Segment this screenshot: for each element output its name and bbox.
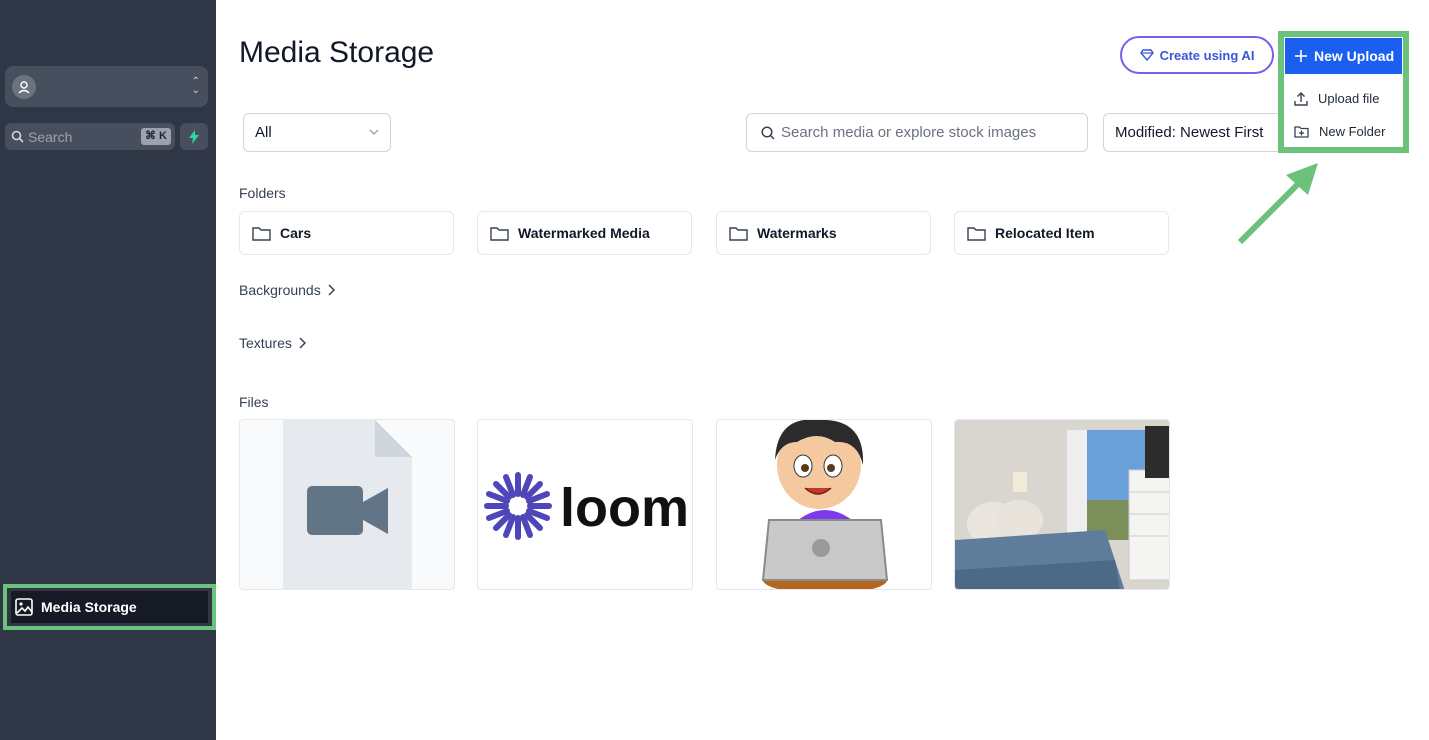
textures-label: Textures — [239, 335, 292, 351]
upload-icon — [1294, 91, 1308, 106]
sidebar-item-label: Media Storage — [41, 599, 137, 615]
filter-value: All — [255, 124, 272, 141]
folder-icon — [967, 226, 986, 241]
sort-value: Modified: Newest First — [1115, 124, 1264, 141]
search-placeholder: Search media or explore stock images — [781, 124, 1037, 141]
loom-logo-text: loom — [560, 478, 689, 538]
chevron-right-icon — [299, 337, 306, 349]
quick-action-button[interactable] — [180, 123, 208, 150]
video-file-icon — [283, 420, 412, 589]
bedroom-photo-image — [955, 420, 1169, 589]
new-upload-button[interactable]: New Upload — [1285, 38, 1402, 74]
loom-logo-image: loom — [484, 472, 689, 540]
folders-heading: Folders — [239, 185, 286, 201]
folder-item[interactable]: Relocated Item — [954, 211, 1169, 255]
ai-button-label: Create using AI — [1159, 47, 1255, 63]
new-folder-label: New Folder — [1319, 124, 1386, 139]
folder-icon — [490, 226, 509, 241]
folder-name: Cars — [280, 225, 312, 241]
sidebar-search-placeholder: Search — [28, 128, 73, 145]
diamond-icon — [1139, 49, 1154, 61]
lightning-icon — [189, 129, 199, 144]
user-icon — [12, 75, 36, 99]
folder-item[interactable]: Watermarks — [716, 211, 931, 255]
sidebar-item-media-storage[interactable]: Media Storage — [3, 584, 216, 630]
files-heading-label: Files — [239, 394, 269, 410]
sort-select[interactable]: Modified: Newest First — [1103, 113, 1278, 152]
folder-item[interactable]: Cars — [239, 211, 454, 255]
file-card-bedroom[interactable] — [954, 419, 1170, 590]
plus-icon — [1295, 50, 1307, 62]
new-upload-label: New Upload — [1314, 48, 1395, 64]
cartoon-boy-image — [761, 420, 889, 589]
folder-name: Watermarked Media — [518, 225, 650, 241]
textures-section-toggle[interactable]: Textures — [239, 335, 306, 351]
search-icon — [11, 130, 24, 143]
folder-plus-icon — [1294, 126, 1309, 138]
sidebar-search[interactable]: Search ⌘ K — [5, 123, 175, 150]
media-search-input[interactable]: Search media or explore stock images — [746, 113, 1088, 152]
image-icon — [15, 598, 33, 616]
callout-arrow — [1237, 163, 1318, 245]
account-switcher[interactable]: ⌃ ⌄ — [5, 66, 208, 107]
upload-file-label: Upload file — [1318, 91, 1380, 106]
menu-item-upload-file[interactable]: Upload file — [1294, 91, 1379, 106]
files-heading: Files — [239, 394, 269, 410]
sidebar: ⌃ ⌄ Search ⌘ K Media Storage — [0, 0, 216, 740]
file-card-loom-logo[interactable]: loom — [477, 419, 693, 590]
shortcut-badge: ⌘ K — [141, 128, 171, 145]
file-card-cartoon[interactable] — [716, 419, 932, 590]
menu-item-new-folder[interactable]: New Folder — [1294, 124, 1385, 139]
folder-item[interactable]: Watermarked Media — [477, 211, 692, 255]
backgrounds-label: Backgrounds — [239, 282, 321, 298]
chevron-down-icon — [369, 129, 379, 135]
chevron-right-icon — [328, 284, 335, 296]
file-card-video[interactable] — [239, 419, 455, 590]
create-using-ai-button[interactable]: Create using AI — [1120, 36, 1274, 74]
backgrounds-section-toggle[interactable]: Backgrounds — [239, 282, 335, 298]
folder-name: Watermarks — [757, 225, 837, 241]
search-icon — [761, 125, 775, 140]
folder-icon — [252, 226, 271, 241]
folder-name: Relocated Item — [995, 225, 1095, 241]
folder-icon — [729, 226, 748, 241]
folders-heading-label: Folders — [239, 185, 286, 201]
page-title: Media Storage — [239, 36, 435, 69]
upload-menu-highlight: New Upload Upload file New Folder — [1278, 31, 1409, 153]
type-filter-select[interactable]: All — [243, 113, 391, 152]
chevron-updown-icon: ⌃ ⌄ — [191, 76, 200, 96]
